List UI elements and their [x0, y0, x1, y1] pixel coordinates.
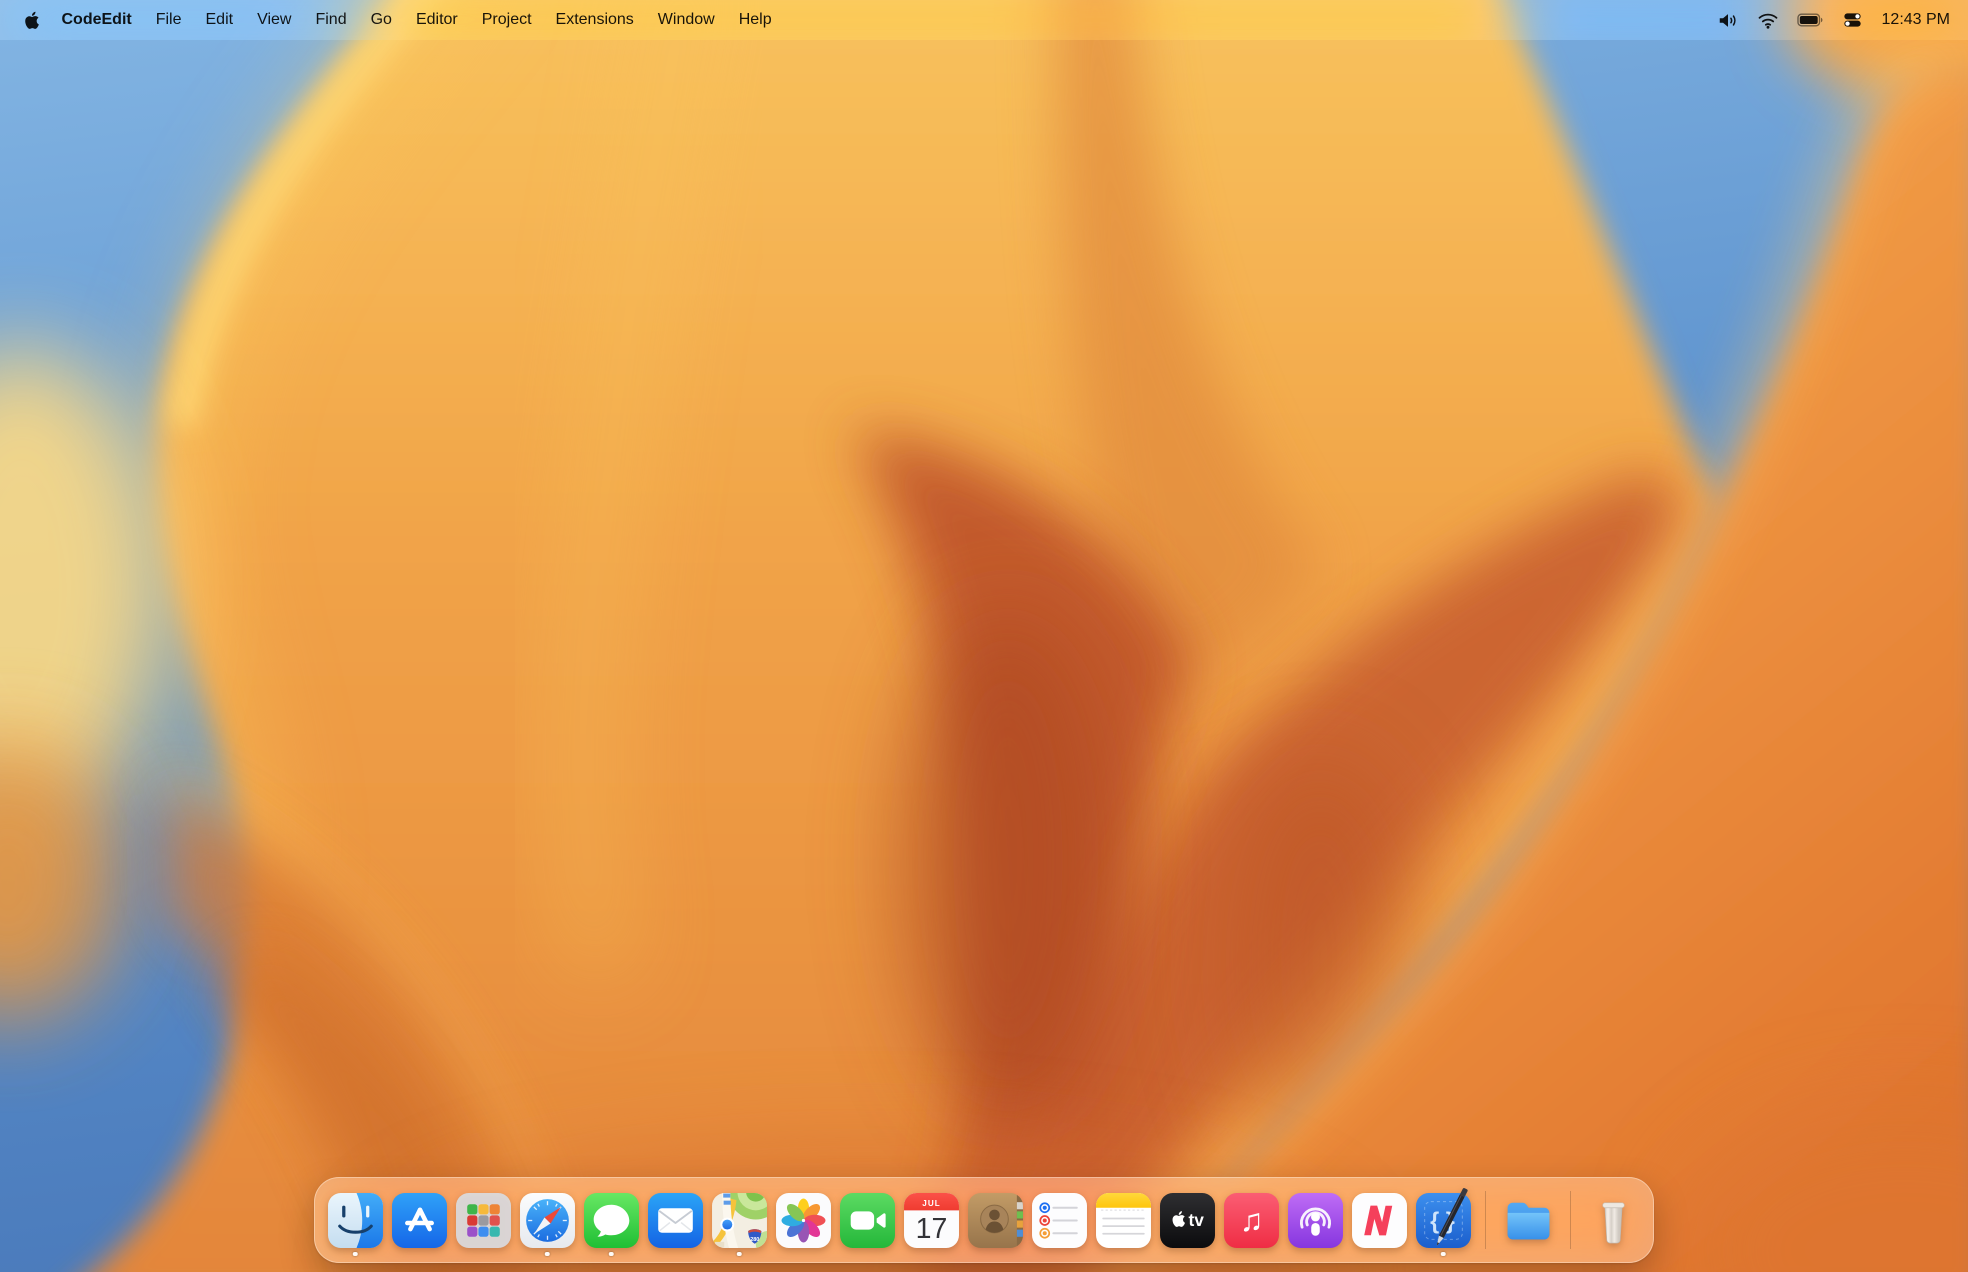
menu-find[interactable]: Find	[303, 11, 358, 29]
music-icon: ♫	[1223, 1192, 1280, 1249]
dock-item-music[interactable]: ♫	[1219, 1182, 1283, 1258]
dock: 280	[314, 1177, 1654, 1263]
tv-label: tv	[1188, 1210, 1204, 1230]
dock-item-calendar[interactable]: JUL 17	[899, 1182, 963, 1258]
apple-logo-icon	[24, 11, 40, 30]
finder-icon	[327, 1192, 384, 1249]
menu-bar-status: 12:43 PM	[1708, 11, 1954, 30]
menu-editor[interactable]: Editor	[404, 11, 470, 29]
podcasts-icon	[1287, 1192, 1344, 1249]
trash-icon	[1585, 1192, 1642, 1249]
dock-item-podcasts[interactable]	[1283, 1182, 1347, 1258]
contacts-icon	[967, 1192, 1024, 1249]
menu-edit[interactable]: Edit	[194, 11, 246, 29]
dock-item-finder[interactable]	[323, 1182, 387, 1258]
app-menu-codeedit[interactable]: CodeEdit	[50, 11, 144, 29]
apple-menu[interactable]	[14, 11, 50, 30]
dock-item-messages[interactable]	[579, 1182, 643, 1258]
dock-separator	[1570, 1191, 1571, 1249]
wifi-icon[interactable]	[1748, 12, 1788, 29]
running-indicator	[1441, 1252, 1446, 1257]
photos-icon	[775, 1192, 832, 1249]
facetime-icon	[839, 1192, 896, 1249]
control-center-icon[interactable]	[1833, 11, 1872, 29]
dock-item-mail[interactable]	[643, 1182, 707, 1258]
codeedit-icon: { }	[1415, 1192, 1472, 1249]
mail-icon	[647, 1192, 704, 1249]
menu-view[interactable]: View	[245, 11, 303, 29]
dock-item-photos[interactable]	[771, 1182, 835, 1258]
calendar-month-label: JUL	[922, 1198, 940, 1207]
desktop: CodeEdit File Edit View Find Go Editor P…	[0, 0, 1968, 1272]
menu-bar: CodeEdit File Edit View Find Go Editor P…	[0, 0, 1968, 40]
maps-shield-label: 280	[750, 1237, 759, 1243]
dock-item-notes[interactable]	[1091, 1182, 1155, 1258]
running-indicator	[737, 1252, 742, 1257]
menu-window[interactable]: Window	[646, 11, 727, 29]
maps-icon: 280	[711, 1192, 768, 1249]
running-indicator	[545, 1252, 550, 1257]
dock-item-facetime[interactable]	[835, 1182, 899, 1258]
dock-item-downloads-folder[interactable]	[1496, 1182, 1560, 1258]
news-icon	[1351, 1192, 1408, 1249]
dock-item-tv[interactable]: tv	[1155, 1182, 1219, 1258]
dock-item-news[interactable]	[1347, 1182, 1411, 1258]
menu-go[interactable]: Go	[359, 11, 404, 29]
notes-icon	[1095, 1192, 1152, 1249]
dock-item-contacts[interactable]	[963, 1182, 1027, 1258]
volume-icon[interactable]	[1708, 11, 1748, 30]
menu-bar-clock[interactable]: 12:43 PM	[1872, 11, 1954, 29]
battery-icon[interactable]	[1788, 11, 1833, 29]
menu-bar-menus: CodeEdit File Edit View Find Go Editor P…	[14, 11, 784, 30]
reminders-icon	[1031, 1192, 1088, 1249]
dock-item-reminders[interactable]	[1027, 1182, 1091, 1258]
menu-file[interactable]: File	[144, 11, 194, 29]
apple-tv-icon: tv	[1159, 1192, 1216, 1249]
safari-icon	[519, 1192, 576, 1249]
dock-item-trash[interactable]	[1581, 1182, 1645, 1258]
dock-item-codeedit[interactable]: { }	[1411, 1182, 1475, 1258]
app-store-icon	[391, 1192, 448, 1249]
dock-item-launchpad[interactable]	[451, 1182, 515, 1258]
dock-item-maps[interactable]: 280	[707, 1182, 771, 1258]
messages-icon	[583, 1192, 640, 1249]
running-indicator	[609, 1252, 614, 1257]
menu-extensions[interactable]: Extensions	[544, 11, 646, 29]
dock-separator	[1485, 1191, 1486, 1249]
running-indicator	[353, 1252, 358, 1257]
dock-item-app-store[interactable]	[387, 1182, 451, 1258]
music-note-glyph: ♫	[1239, 1202, 1263, 1238]
menu-help[interactable]: Help	[727, 11, 784, 29]
calendar-icon: JUL 17	[903, 1192, 960, 1249]
launchpad-icon	[455, 1192, 512, 1249]
wallpaper-ventura	[0, 0, 1968, 1272]
menu-project[interactable]: Project	[470, 11, 544, 29]
calendar-day-label: 17	[915, 1212, 947, 1244]
folder-icon	[1500, 1192, 1557, 1249]
dock-item-safari[interactable]	[515, 1182, 579, 1258]
